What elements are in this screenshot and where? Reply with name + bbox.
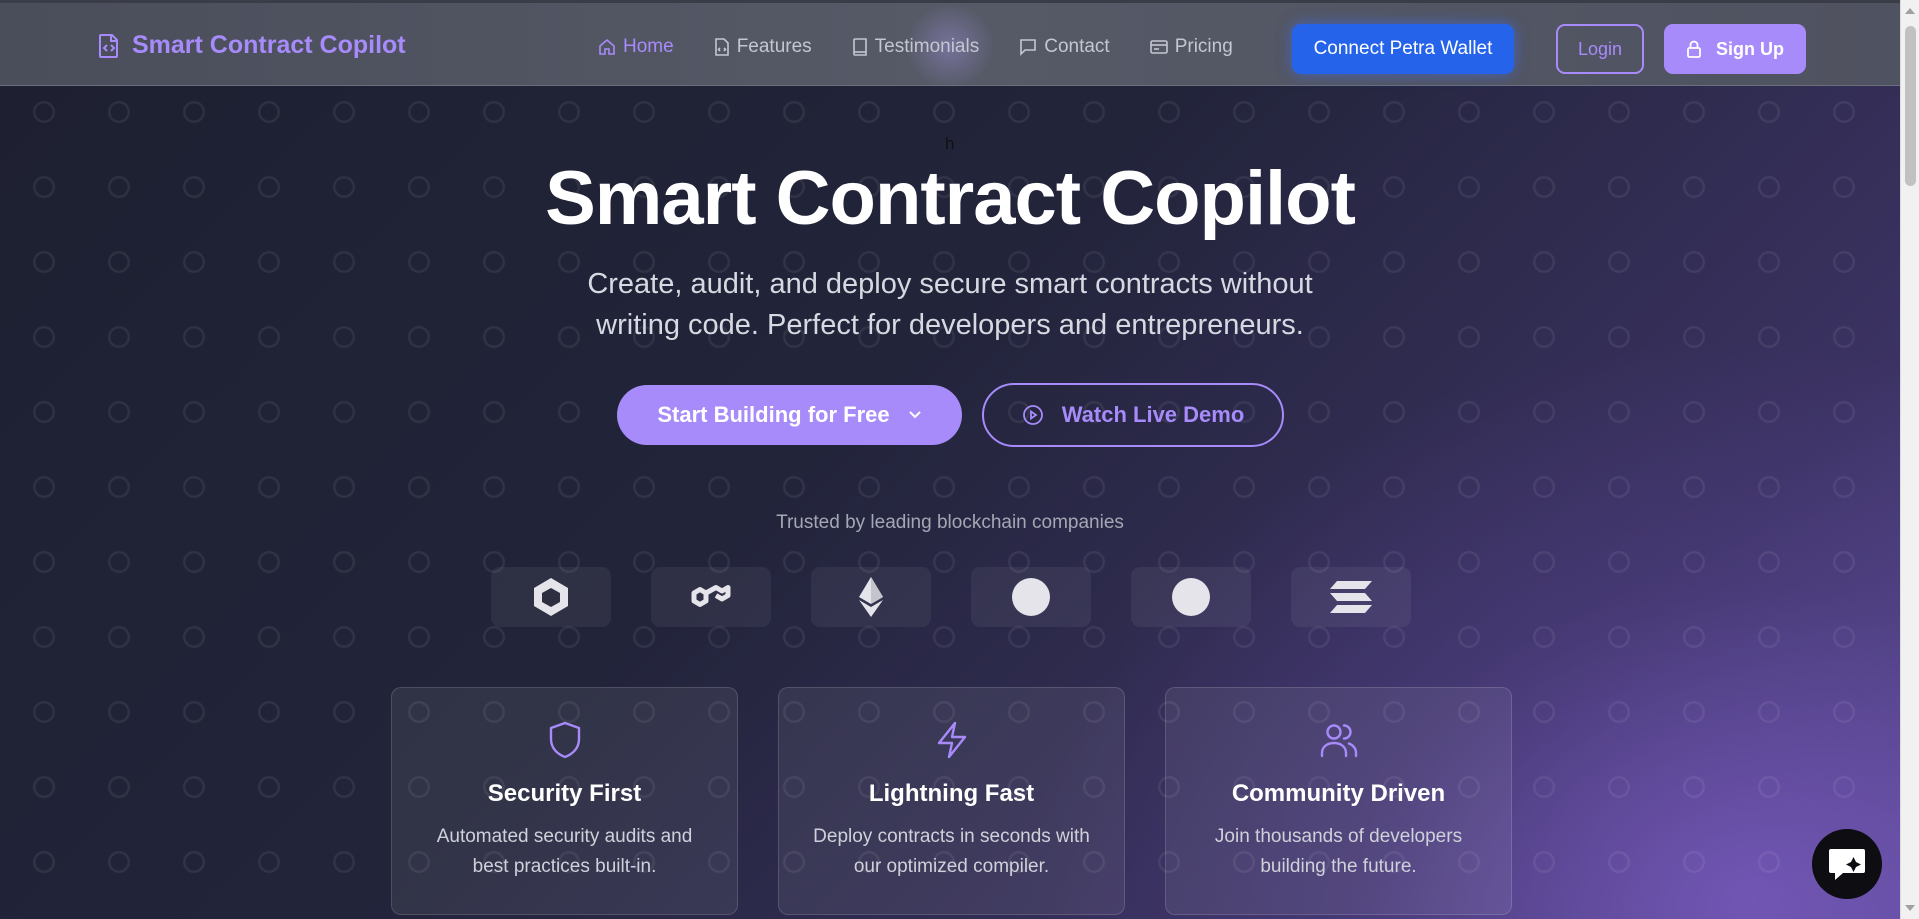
circle-logo-icon — [1011, 577, 1051, 617]
feature-title: Security First — [487, 780, 642, 807]
nav-contact[interactable]: Contact — [1019, 36, 1110, 58]
vertical-scrollbar[interactable] — [1900, 0, 1919, 919]
feature-description: Deploy contracts in seconds with our opt… — [813, 826, 1090, 877]
hero-subtitle: Create, audit, and deploy secure smart c… — [587, 268, 1313, 341]
watch-demo-label: Watch Live Demo — [1061, 402, 1245, 427]
document-icon — [714, 38, 730, 56]
scroll-down-arrow-icon[interactable] — [1905, 905, 1915, 911]
partner-logo-tile — [1131, 567, 1251, 627]
chat-widget-button[interactable] — [1812, 829, 1882, 899]
nav-pricing-label: Pricing — [1174, 36, 1233, 57]
page: Smart Contract Copilot Home Features Tes… — [0, 0, 1900, 919]
users-icon — [1319, 720, 1359, 760]
feature-title: Lightning Fast — [868, 780, 1035, 807]
partner-logo-tile — [491, 567, 611, 627]
watch-demo-button[interactable]: Watch Live Demo — [982, 383, 1284, 447]
feature-title: Community Driven — [1231, 780, 1446, 807]
brand-name: Smart Contract Copilot — [132, 31, 406, 59]
nav-features-label: Features — [736, 36, 812, 57]
lightning-icon — [933, 720, 971, 760]
top-navbar: Smart Contract Copilot Home Features Tes… — [0, 0, 1900, 89]
trusted-by-label: Trusted by leading blockchain companies — [776, 512, 1124, 533]
start-building-button[interactable]: Start Building for Free — [617, 385, 962, 445]
lock-icon — [1686, 40, 1702, 58]
card-icon — [1149, 39, 1168, 55]
nav-testimonials-label: Testimonials — [874, 36, 980, 57]
nav-pricing[interactable]: Pricing — [1149, 36, 1233, 58]
message-icon — [1019, 38, 1037, 56]
polygon-logo-icon — [689, 579, 733, 615]
feature-card-security: Security First Automated security audits… — [391, 687, 738, 915]
scrollbar-thumb[interactable] — [1905, 26, 1916, 186]
connect-wallet-button[interactable]: Connect Petra Wallet — [1292, 24, 1514, 74]
home-icon — [598, 38, 616, 56]
feature-cards: Security First Automated security audits… — [391, 687, 1512, 915]
ethereum-logo-icon — [857, 576, 885, 618]
hexagon-logo-icon — [531, 576, 571, 618]
stray-text: h — [945, 134, 955, 153]
brand[interactable]: Smart Contract Copilot — [98, 31, 406, 60]
feature-card-community: Community Driven Join thousands of devel… — [1165, 687, 1512, 915]
partner-logo-tile — [1291, 567, 1411, 627]
solana-logo-icon — [1329, 580, 1373, 614]
start-building-label: Start Building for Free — [657, 402, 890, 427]
play-circle-icon — [1022, 404, 1044, 426]
feature-description: Join thousands of developers building th… — [1214, 826, 1463, 877]
feature-description: Automated security audits and best pract… — [436, 826, 693, 877]
code-file-icon — [98, 33, 120, 59]
partner-logo-tile — [651, 567, 771, 627]
partner-logo-tile — [811, 567, 931, 627]
feature-card-speed: Lightning Fast Deploy contracts in secon… — [778, 687, 1125, 915]
nav-home[interactable]: Home — [598, 36, 674, 58]
signup-label: Sign Up — [1716, 38, 1784, 59]
book-icon — [852, 38, 868, 56]
chat-bubble-icon — [1827, 846, 1867, 882]
nav-home-label: Home — [623, 36, 674, 57]
partner-logos — [491, 567, 1411, 627]
main-nav: Home Features Testimonials Contact Prici… — [598, 36, 1233, 58]
scroll-up-arrow-icon[interactable] — [1905, 8, 1915, 14]
nav-contact-label: Contact — [1044, 36, 1110, 57]
chevron-down-icon — [908, 410, 922, 420]
shield-icon — [546, 720, 584, 760]
nav-features[interactable]: Features — [714, 36, 812, 58]
hero-title: Smart Contract Copilot — [545, 156, 1356, 241]
partner-logo-tile — [971, 567, 1091, 627]
nav-testimonials[interactable]: Testimonials — [852, 36, 980, 58]
login-button[interactable]: Login — [1556, 24, 1644, 74]
signup-button[interactable]: Sign Up — [1664, 24, 1806, 74]
circle-logo-icon — [1171, 577, 1211, 617]
